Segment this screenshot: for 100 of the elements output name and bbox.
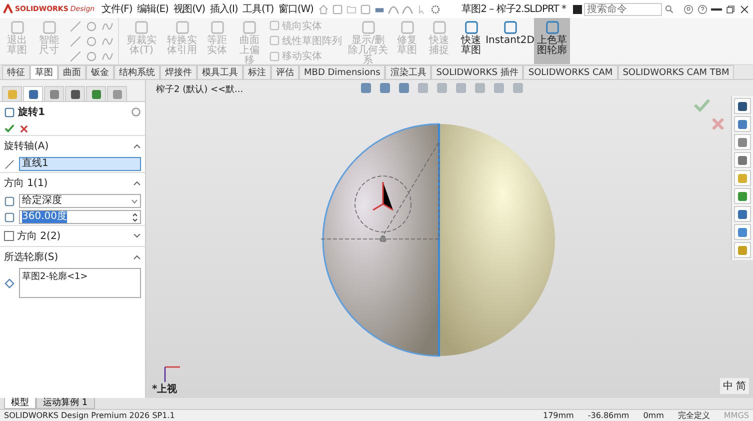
panel-tab[interactable]	[65, 86, 85, 101]
tool-icon	[269, 50, 280, 62]
task-pane-button[interactable]	[734, 188, 751, 204]
circle-icon	[85, 20, 98, 32]
tool-icon	[269, 35, 280, 46]
ribbon-button[interactable]: Instant2D	[488, 18, 532, 64]
ribbon-tab[interactable]: 曲面	[58, 65, 86, 79]
checkbox[interactable]	[4, 231, 14, 241]
ime-indicator[interactable]: 简	[736, 379, 746, 393]
tool-icon	[242, 20, 257, 35]
line-icon	[69, 50, 82, 62]
tool-icon	[10, 20, 24, 35]
task-pane-button[interactable]	[734, 152, 751, 168]
ime-indicator[interactable]: 中	[723, 379, 733, 393]
tool-icon	[502, 20, 518, 35]
panel-tab[interactable]	[44, 86, 64, 101]
profile-list[interactable]: 草图2-轮廓<1>	[19, 268, 141, 298]
tool-icon	[174, 20, 190, 35]
task-pane-button[interactable]	[734, 206, 751, 222]
status-x: 179mm	[542, 411, 574, 420]
axis-field[interactable]: 直线1	[19, 157, 141, 171]
line-icon	[69, 20, 82, 32]
tool-icon	[360, 20, 376, 35]
panel-icon	[112, 88, 122, 100]
document-title: 草图2 – 榨子2.SLDPRT *	[462, 2, 566, 16]
task-pane-icon	[737, 154, 748, 166]
ribbon-tab[interactable]: SOLIDWORKS 插件	[431, 65, 524, 79]
gear-icon	[430, 4, 442, 14]
menu-item[interactable]: 编辑(E)	[137, 2, 168, 16]
spinner-icon[interactable]	[132, 212, 138, 222]
panel-tab[interactable]	[23, 86, 43, 101]
ribbon-button[interactable]: 快速草图	[456, 18, 486, 64]
circle-icon	[85, 50, 98, 62]
dropdown-caret-icon	[131, 198, 138, 204]
tool-icon	[464, 20, 478, 35]
panel-icon	[90, 88, 102, 100]
panel-icon	[70, 88, 80, 100]
bottom-tab[interactable]: 模型	[4, 398, 36, 409]
tool-icon	[210, 20, 224, 35]
panel-icon	[48, 88, 60, 100]
search-field[interactable]: 搜索命令	[584, 2, 662, 16]
status-z: 0mm	[643, 411, 664, 420]
task-pane-icon	[737, 100, 748, 112]
ribbon-tab[interactable]: 标注	[243, 65, 271, 79]
angle-field[interactable]: 360.00度	[19, 210, 141, 224]
ribbon-tab[interactable]: SOLIDWORKS CAM TBM	[618, 65, 734, 79]
ribbon-tab[interactable]: 模具工具	[197, 65, 243, 79]
panel-icon	[6, 88, 18, 100]
ribbon-tab[interactable]: MBD Dimensions	[299, 65, 386, 79]
restore-icon	[725, 4, 736, 14]
chevron-icon	[133, 254, 141, 260]
task-pane-icon	[737, 244, 748, 256]
task-pane-button[interactable]	[734, 98, 751, 114]
menu-item[interactable]: 插入(I)	[210, 2, 238, 16]
task-pane-button[interactable]	[734, 224, 751, 240]
chevron-icon	[133, 180, 141, 186]
ribbon-tab[interactable]: 钣金	[86, 65, 114, 79]
tool-icon	[432, 20, 446, 35]
menu-item[interactable]: 窗口(W)	[278, 2, 314, 16]
ok-icon	[4, 123, 15, 134]
ribbon-button[interactable]: 上色草图轮廓	[534, 18, 570, 64]
ribbon-tab[interactable]: 焊接件	[160, 65, 197, 79]
line-icon	[4, 158, 15, 170]
tool-icon	[269, 20, 280, 32]
panel-icon	[28, 88, 38, 100]
tool-icon	[544, 20, 560, 35]
chevron-icon	[133, 234, 141, 238]
profile-icon	[4, 278, 15, 288]
menu-item[interactable]: 文件(F)	[102, 2, 132, 16]
ribbon-tab[interactable]: 草图	[30, 65, 58, 79]
ribbon-tab[interactable]: 结构系统	[114, 65, 160, 79]
feature-title: 旋转1	[18, 106, 45, 119]
end-condition-dropdown[interactable]: 给定深度	[19, 194, 141, 208]
menu-item[interactable]: 视图(V)	[173, 2, 205, 16]
bottom-tab[interactable]: 运动算例 1	[36, 398, 95, 409]
task-pane-button[interactable]	[734, 116, 751, 132]
view-name: *上视	[152, 382, 178, 396]
search-icon	[664, 4, 674, 14]
task-pane-icon	[737, 118, 748, 130]
ribbon-tab[interactable]: SOLIDWORKS CAM	[523, 65, 618, 79]
menu-item[interactable]: 工具(T)	[242, 2, 274, 16]
task-pane-icon	[737, 226, 748, 238]
chevron-icon	[133, 144, 141, 148]
tool-icon	[42, 20, 56, 35]
close-icon	[739, 4, 750, 14]
ribbon-tab[interactable]: 特征	[2, 65, 30, 79]
home-icon	[318, 4, 330, 14]
task-pane-icon	[737, 190, 748, 202]
folder-icon	[346, 4, 358, 14]
confirm-check-icon[interactable]	[693, 98, 711, 112]
task-pane-icon	[737, 208, 748, 220]
status-y: -36.86mm	[588, 411, 630, 420]
line-icon	[69, 34, 82, 48]
circle-icon	[85, 34, 98, 48]
tool-icon	[400, 20, 414, 35]
feature-tree-breadcrumb[interactable]: 榨子2 (默认) <<默...	[156, 83, 244, 96]
task-pane-button[interactable]	[734, 134, 751, 150]
panel-tab[interactable]	[86, 86, 106, 101]
ribbon-tab[interactable]: 渲染工具	[385, 65, 432, 79]
ribbon-tab[interactable]: 评估	[271, 65, 299, 79]
